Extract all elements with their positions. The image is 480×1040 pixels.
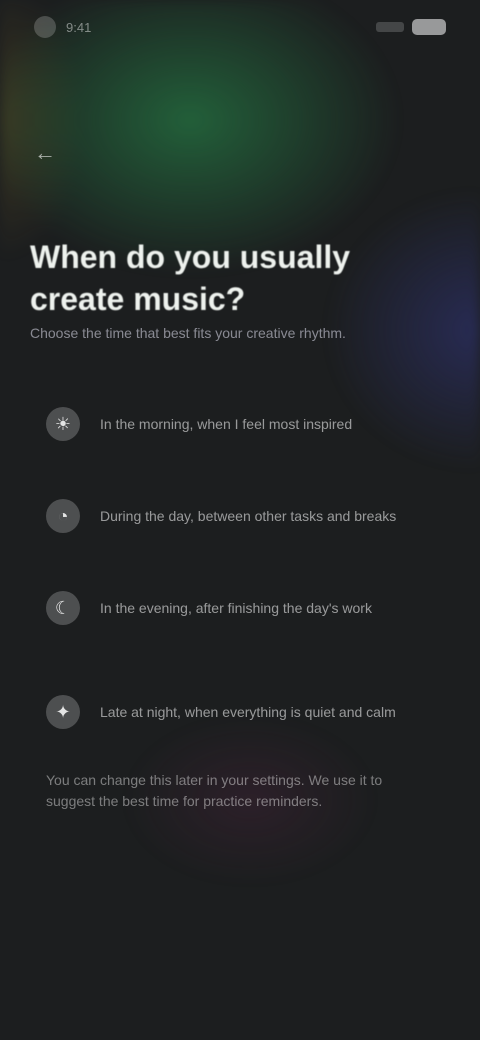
- back-button[interactable]: ←: [30, 138, 60, 168]
- page-subtitle: Choose the time that best fits your crea…: [30, 325, 346, 341]
- option-label: In the morning, when I feel most inspire…: [100, 415, 353, 432]
- moon-icon: ☾: [46, 591, 80, 625]
- option-label: During the day, between other tasks and …: [100, 507, 397, 524]
- sun-icon: ☀: [46, 407, 80, 441]
- page-title: When do you usually create music?: [30, 239, 351, 317]
- star-icon: ✦: [46, 695, 80, 729]
- option-night[interactable]: ✦ Late at night, when everything is quie…: [46, 680, 436, 744]
- battery-icon: [412, 19, 446, 35]
- clock-icon: ◔: [46, 499, 80, 533]
- option-evening[interactable]: ☾ In the evening, after finishing the da…: [46, 576, 436, 640]
- option-morning[interactable]: ☀ In the morning, when I feel most inspi…: [46, 392, 436, 456]
- status-indicator-icon: [34, 16, 56, 38]
- option-day[interactable]: ◔ During the day, between other tasks an…: [46, 484, 436, 548]
- option-label: Late at night, when everything is quiet …: [100, 703, 396, 720]
- option-label: In the evening, after finishing the day'…: [100, 599, 372, 616]
- signal-icon: [376, 22, 404, 32]
- footer-note: You can change this later in your settin…: [46, 772, 383, 809]
- status-time: 9:41: [66, 19, 92, 35]
- arrow-left-icon: ←: [34, 140, 56, 165]
- status-bar: 9:41: [34, 14, 446, 40]
